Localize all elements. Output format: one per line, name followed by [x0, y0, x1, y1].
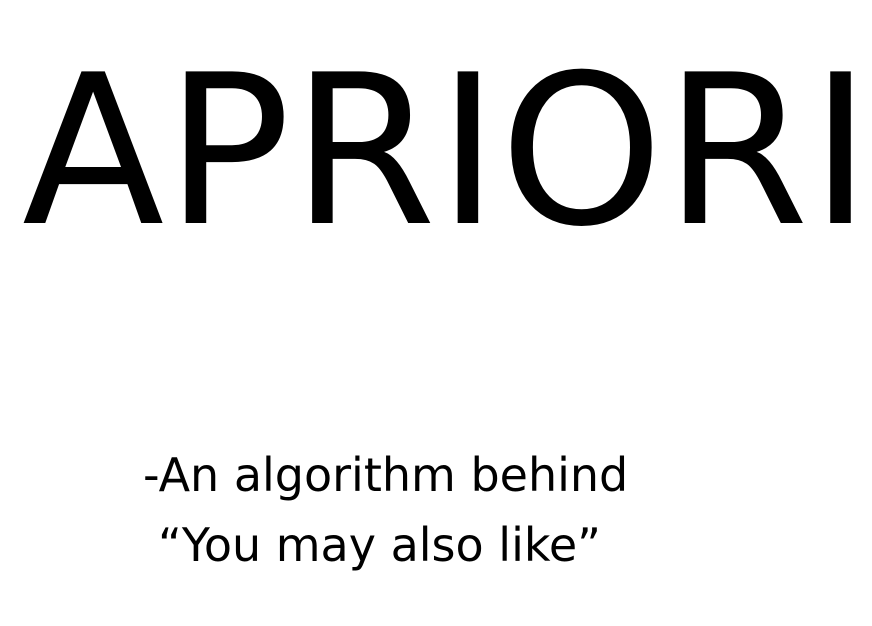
slide-canvas: APRIORI -An algorithm behind “You may al…	[0, 0, 872, 626]
slide-subtitle: -An algorithm behind “You may also like”	[143, 440, 628, 580]
slide-title: APRIORI	[22, 31, 872, 273]
subtitle-line-1: -An algorithm behind	[143, 448, 629, 502]
subtitle-line-2: “You may also like”	[158, 518, 601, 572]
